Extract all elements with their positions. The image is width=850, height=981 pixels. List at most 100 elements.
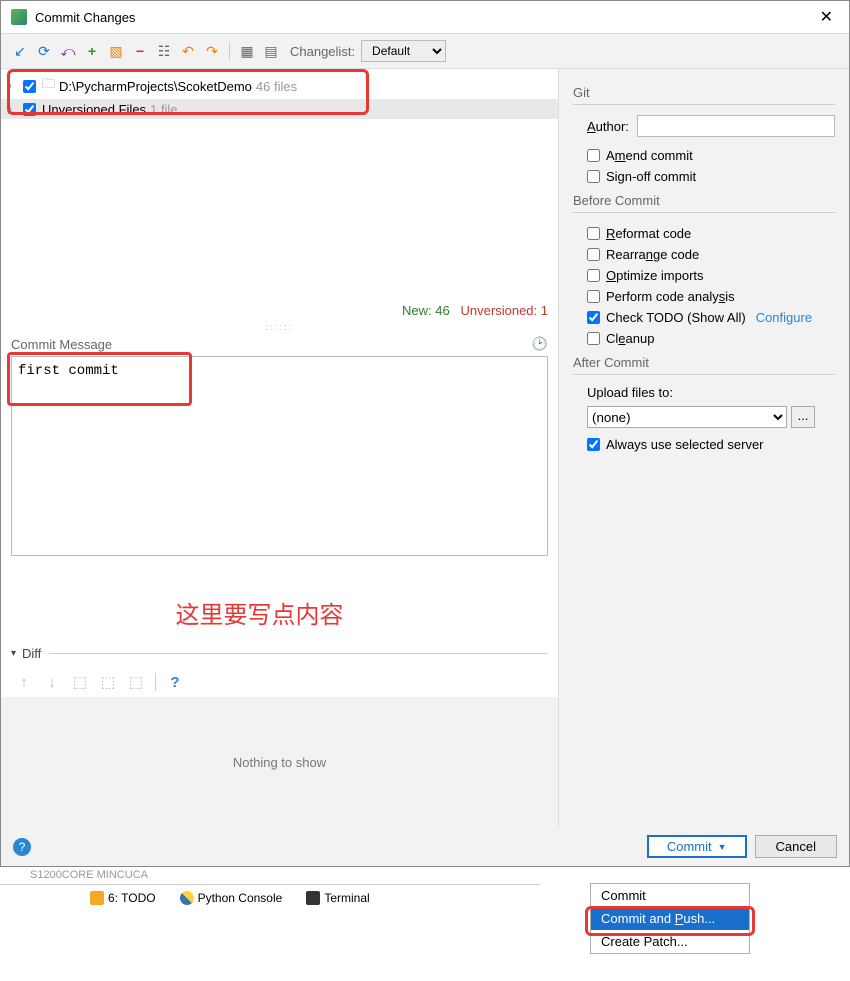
diff-nothing: Nothing to show [233, 755, 326, 770]
undo-icon[interactable]: ↶ [179, 42, 197, 60]
checkbox-project[interactable] [23, 80, 36, 93]
tree-count: 1 file [150, 102, 177, 117]
author-row: Author: [573, 115, 835, 137]
expand-icon[interactable]: ▦ [238, 42, 256, 60]
commit-message-area: 这里要写点内容 [1, 356, 558, 640]
close-icon[interactable]: ✕ [814, 7, 839, 27]
chevron-right-icon[interactable]: 〉 [7, 101, 17, 117]
upload-select[interactable]: (none) [587, 406, 787, 428]
reformat-label: Reformat code [606, 226, 691, 241]
dropdown-item-create-patch[interactable]: Create Patch... [591, 930, 749, 953]
status-new: New: 46 [402, 303, 450, 318]
group-icon[interactable]: ☷ [155, 42, 173, 60]
amend-label: Amend commit [606, 148, 693, 163]
terminal-icon [306, 891, 320, 905]
rearrange-checkbox[interactable] [587, 248, 600, 261]
chevron-down-icon: ▾ [11, 648, 16, 659]
before-commit-header: Before Commit [573, 193, 835, 213]
show-diff-icon[interactable]: ↙ [11, 42, 29, 60]
tree-row-project[interactable]: 〉 🗀 D:\PycharmProjects\ScoketDemo 46 fil… [1, 73, 558, 99]
splitter-gripper[interactable]: :::::: [1, 322, 558, 332]
help-icon[interactable]: ? [166, 673, 184, 691]
left-panel: 〉 🗀 D:\PycharmProjects\ScoketDemo 46 fil… [1, 69, 559, 827]
author-input[interactable] [637, 115, 835, 137]
chevron-right-icon[interactable]: 〉 [7, 78, 17, 94]
checkbox-unversioned[interactable] [23, 103, 36, 116]
revert-icon[interactable]: ⤺ [59, 42, 77, 60]
cleanup-label: Cleanup [606, 331, 654, 346]
rearrange-label: Rearrange code [606, 247, 699, 262]
cancel-button[interactable]: Cancel [755, 835, 837, 858]
dropdown-item-commit[interactable]: Commit [591, 884, 749, 907]
prev-diff-icon[interactable]: ↑ [15, 673, 33, 691]
move-changelist-icon[interactable]: ▧ [107, 42, 125, 60]
annotation-text: 这里要写点内容 [0, 595, 548, 630]
background-text: S1200CORE MINCUCA [0, 867, 850, 883]
configure-link[interactable]: Configure [756, 310, 812, 325]
diff-body: Nothing to show [1, 697, 558, 827]
toolbar: ↙ ⟳ ⤺ + ▧ − ☷ ↶ ↷ ▦ ▤ Changelist: Defaul… [1, 34, 849, 69]
signoff-row[interactable]: Sign-off commit [573, 166, 835, 187]
collapse-icon[interactable]: ▤ [262, 42, 280, 60]
analysis-checkbox[interactable] [587, 290, 600, 303]
commit-button-label: Commit [667, 839, 712, 854]
amend-checkbox[interactable] [587, 149, 600, 162]
always-server-label: Always use selected server [606, 437, 764, 452]
jump-to-source-icon[interactable]: ⬚ [127, 673, 145, 691]
main-area: 〉 🗀 D:\PycharmProjects\ScoketDemo 46 fil… [1, 69, 849, 827]
next-diff-icon[interactable]: ↓ [43, 673, 61, 691]
refresh-icon[interactable]: ⟳ [35, 42, 53, 60]
compare-prev-icon[interactable]: ⬚ [71, 673, 89, 691]
reformat-checkbox[interactable] [587, 227, 600, 240]
todo-label: Check TODO (Show All) [606, 310, 746, 325]
tree-path: D:\PycharmProjects\ScoketDemo [59, 79, 252, 94]
chevron-down-icon: ▼ [718, 842, 727, 852]
changelist-select[interactable]: Default [361, 40, 446, 62]
tree-label: Unversioned Files [42, 102, 146, 117]
diff-label: Diff [22, 646, 41, 661]
remove-icon[interactable]: − [131, 42, 149, 60]
separator [155, 673, 156, 691]
help-button[interactable]: ? [13, 838, 31, 856]
compare-next-icon[interactable]: ⬚ [99, 673, 117, 691]
history-icon[interactable]: 🕑 [532, 336, 548, 352]
commit-message-header: Commit Message 🕑 [1, 332, 558, 356]
commit-dialog: Commit Changes ✕ ↙ ⟳ ⤺ + ▧ − ☷ ↶ ↷ ▦ ▤ C… [0, 0, 850, 867]
separator [229, 42, 230, 60]
optimize-checkbox[interactable] [587, 269, 600, 282]
analysis-label: Perform code analysis [606, 289, 735, 304]
signoff-label: Sign-off commit [606, 169, 696, 184]
dropdown-item-commit-push[interactable]: Commit and Push... [591, 907, 749, 930]
cleanup-checkbox[interactable] [587, 332, 600, 345]
dialog-title: Commit Changes [35, 10, 814, 25]
tab-terminal[interactable]: Terminal [306, 891, 369, 905]
after-commit-header: After Commit [573, 355, 835, 375]
diff-header[interactable]: ▾ Diff [1, 640, 558, 667]
redo-icon[interactable]: ↷ [203, 42, 221, 60]
commit-button[interactable]: Commit ▼ [647, 835, 747, 858]
right-panel: Git Author: Amend commit Sign-off commit… [559, 69, 849, 827]
python-icon [180, 891, 194, 905]
tab-todo[interactable]: 6: TODO [90, 891, 156, 905]
commit-dropdown: Commit Commit and Push... Create Patch..… [590, 883, 750, 954]
optimize-label: Optimize imports [606, 268, 704, 283]
author-label: Author: [587, 119, 629, 134]
todo-checkbox[interactable] [587, 311, 600, 324]
add-icon[interactable]: + [83, 42, 101, 60]
folder-icon: 🗀 [42, 75, 55, 97]
changelist-label: Changelist: [290, 44, 355, 59]
todo-icon [90, 891, 104, 905]
always-server-checkbox[interactable] [587, 438, 600, 451]
changes-tree[interactable]: 〉 🗀 D:\PycharmProjects\ScoketDemo 46 fil… [1, 69, 558, 299]
git-section-header: Git [573, 85, 835, 105]
status-unversioned: Unversioned: 1 [461, 303, 548, 318]
tree-row-unversioned[interactable]: 〉 Unversioned Files 1 file [1, 99, 558, 119]
commit-message-input[interactable] [11, 356, 548, 556]
tab-python-console[interactable]: Python Console [180, 891, 283, 905]
browse-button[interactable]: ... [791, 406, 815, 428]
upload-row: (none) ... [573, 406, 835, 428]
diff-toolbar: ↑ ↓ ⬚ ⬚ ⬚ ? [1, 667, 558, 697]
amend-row[interactable]: Amend commit [573, 145, 835, 166]
signoff-checkbox[interactable] [587, 170, 600, 183]
status-line: New: 46 Unversioned: 1 [1, 299, 558, 322]
